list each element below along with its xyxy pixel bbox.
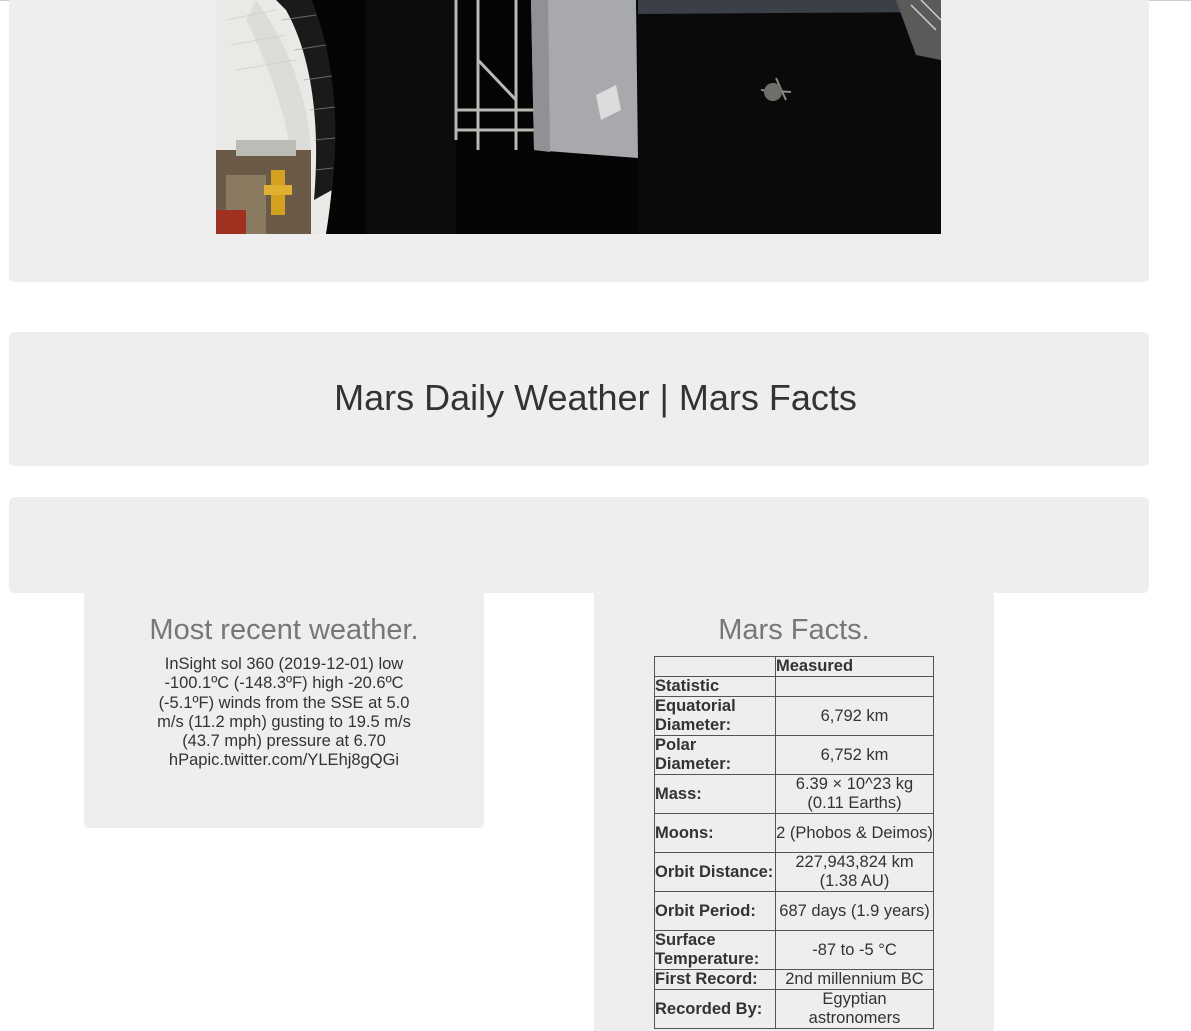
table-row-value: 2 (Phobos & Deimos) [775,813,934,853]
table-row: First Record: 2nd millennium BC [654,969,934,990]
featured-image[interactable] [216,0,941,234]
table-row-label: Polar Diameter: [654,735,776,775]
table-row: Moons: 2 (Phobos & Deimos) [654,813,934,853]
table-row-value: -87 to -5 °C [775,930,934,970]
facts-heading: Mars Facts. [718,614,870,646]
table-row-label: Surface Temperature: [654,930,776,970]
table-row-label: Orbit Distance: [654,852,776,892]
table-header-measured: Measured [775,656,934,677]
weather-heading: Most recent weather. [149,614,419,646]
table-row-value: 2nd millennium BC [775,969,934,990]
facts-card: Mars Facts. Measured Statistic Equatoria… [594,593,994,1031]
table-header-row: Measured [654,656,934,677]
table-row-label: Equatorial Diameter: [654,696,776,736]
page-title: Mars Daily Weather | Mars Facts [334,377,857,418]
table-index-label: Statistic [654,676,776,697]
table-row: Surface Temperature: -87 to -5 °C [654,930,934,970]
table-row-value: 6.39 × 10^23 kg (0.11 Earths) [775,774,934,814]
table-row-label: Recorded By: [654,989,776,1029]
table-index-blank [775,676,934,697]
page: Mars Daily Weather | Mars Facts Most rec… [0,0,1191,1031]
table-row-value: Egyptian astronomers [775,989,934,1029]
table-row-label: First Record: [654,969,776,990]
table-row-value: 6,792 km [775,696,934,736]
table-header-blank [654,656,776,677]
table-row-value: 227,943,824 km (1.38 AU) [775,852,934,892]
table-row: Recorded By: Egyptian astronomers [654,989,934,1029]
table-row-label: Orbit Period: [654,891,776,931]
table-row: Orbit Distance: 227,943,824 km (1.38 AU) [654,852,934,892]
facts-table: Measured Statistic Equatorial Diameter: … [654,656,934,1029]
table-row-value: 687 days (1.9 years) [775,891,934,931]
table-row: Orbit Period: 687 days (1.9 years) [654,891,934,931]
weather-tweet: InSight sol 360 (2019-12-01) low -100.1º… [157,655,411,770]
table-row-value: 6,752 km [775,735,934,775]
table-row: Equatorial Diameter: 6,792 km [654,696,934,736]
weather-card: Most recent weather. InSight sol 360 (20… [84,593,484,828]
table-row-label: Moons: [654,813,776,853]
empty-panel [9,497,1149,593]
table-row: Polar Diameter: 6,752 km [654,735,934,775]
table-row-label: Mass: [654,774,776,814]
table-index-row: Statistic [654,676,934,697]
table-row: Mass: 6.39 × 10^23 kg (0.11 Earths) [654,774,934,814]
